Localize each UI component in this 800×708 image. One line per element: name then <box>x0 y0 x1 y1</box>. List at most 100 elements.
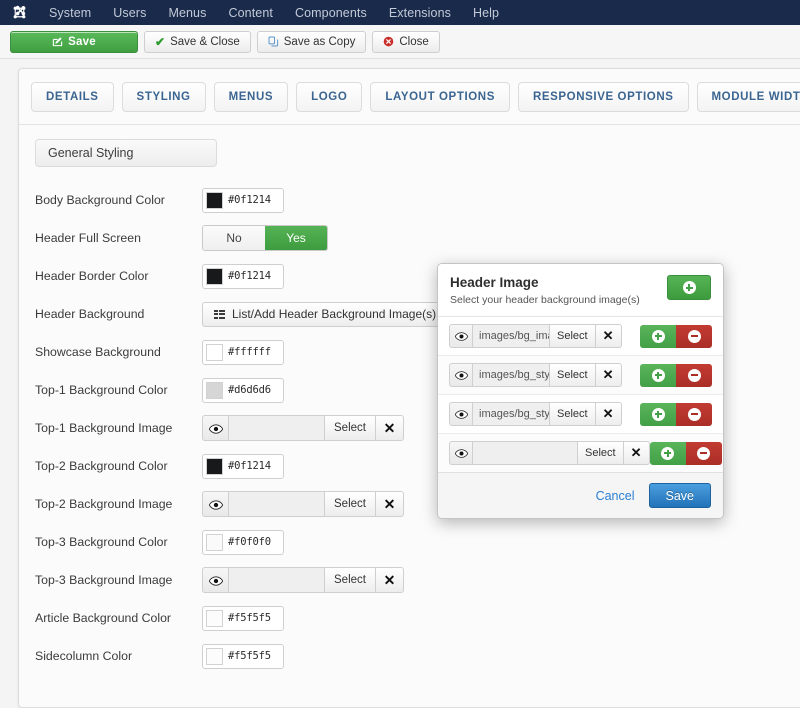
color-swatch[interactable] <box>206 610 223 627</box>
list-add-button-label: List/Add Header Background Image(s) <box>232 307 436 321</box>
eye-icon[interactable] <box>449 402 472 426</box>
save-and-close-button[interactable]: ✔ Save & Close <box>144 31 251 53</box>
select-button[interactable]: Select <box>324 567 376 593</box>
color-input-sidecolumn[interactable]: #f5f5f5 <box>202 644 284 669</box>
color-value: #0f1214 <box>228 460 271 472</box>
add-row-button[interactable] <box>650 442 686 465</box>
toggle-header-full-screen[interactable]: No Yes <box>202 225 328 251</box>
eye-icon[interactable] <box>202 567 228 593</box>
save-button-label: Save <box>68 36 96 48</box>
color-input-top3-background[interactable]: #f0f0f0 <box>202 530 284 555</box>
remove-row-button[interactable] <box>676 364 712 387</box>
save-as-copy-button[interactable]: Save as Copy <box>257 31 367 53</box>
minus-circle-icon <box>688 330 701 343</box>
modal-save-button[interactable]: Save <box>649 483 712 508</box>
color-input-top2-background[interactable]: #0f1214 <box>202 454 284 479</box>
color-input-showcase-background[interactable]: #ffffff <box>202 340 284 365</box>
remove-row-button[interactable] <box>676 403 712 426</box>
tab-responsive-options[interactable]: RESPONSIVE OPTIONS <box>518 82 689 112</box>
eye-icon[interactable] <box>449 441 472 465</box>
field-header-full-screen: Header Full Screen No Yes <box>35 219 800 257</box>
menu-item-menus[interactable]: Menus <box>157 3 217 23</box>
media-field-row-1: images/bg_imag Select ✕ <box>449 324 622 348</box>
close-button[interactable]: Close <box>372 31 439 53</box>
color-swatch[interactable] <box>206 382 223 399</box>
admin-menu: System Users Menus Content Components Ex… <box>38 3 510 23</box>
add-row-button[interactable] <box>640 403 676 426</box>
remove-row-button[interactable] <box>676 325 712 348</box>
field-label: Sidecolumn Color <box>35 649 202 663</box>
color-input-top1-background[interactable]: #d6d6d6 <box>202 378 284 403</box>
media-path-input[interactable] <box>472 441 577 465</box>
color-value: #f5f5f5 <box>228 612 271 624</box>
color-swatch[interactable] <box>206 648 223 665</box>
eye-icon[interactable] <box>202 415 228 441</box>
x-icon[interactable]: ✕ <box>596 324 622 348</box>
toggle-option-yes[interactable]: Yes <box>265 226 327 250</box>
color-swatch[interactable] <box>206 458 223 475</box>
media-path-input[interactable] <box>228 567 324 593</box>
color-swatch[interactable] <box>206 268 223 285</box>
menu-item-extensions[interactable]: Extensions <box>378 3 462 23</box>
field-sidecolumn-color: Sidecolumn Color #f5f5f5 <box>35 637 800 675</box>
x-icon[interactable]: ✕ <box>376 491 404 517</box>
menu-item-system[interactable]: System <box>38 3 102 23</box>
tab-logo[interactable]: LOGO <box>296 82 362 112</box>
copy-icon <box>268 36 279 47</box>
tab-details[interactable]: DETAILS <box>31 82 114 112</box>
add-image-button[interactable] <box>667 275 711 300</box>
select-button[interactable]: Select <box>577 441 624 465</box>
joomla-logo-icon[interactable] <box>8 2 30 24</box>
tab-menus[interactable]: MENUS <box>214 82 289 112</box>
row-actions <box>640 364 712 387</box>
remove-row-button[interactable] <box>686 442 722 465</box>
select-button[interactable]: Select <box>549 363 596 387</box>
cancel-button[interactable]: Cancel <box>596 489 635 503</box>
toggle-option-no[interactable]: No <box>203 226 265 250</box>
select-button[interactable]: Select <box>324 415 376 441</box>
menu-item-users[interactable]: Users <box>102 3 157 23</box>
x-icon[interactable]: ✕ <box>624 441 650 465</box>
select-button[interactable]: Select <box>324 491 376 517</box>
x-icon[interactable]: ✕ <box>376 415 404 441</box>
minus-circle-icon <box>688 408 701 421</box>
eye-icon[interactable] <box>449 363 472 387</box>
save-button[interactable]: Save <box>10 31 138 53</box>
menu-item-content[interactable]: Content <box>217 3 283 23</box>
color-swatch[interactable] <box>206 534 223 551</box>
color-input-body-background[interactable]: #0f1214 <box>202 188 284 213</box>
color-input-article-background[interactable]: #f5f5f5 <box>202 606 284 631</box>
media-path-input[interactable]: images/bg_styl <box>472 363 549 387</box>
header-image-row: images/bg_styl Select ✕ <box>438 395 723 434</box>
add-row-button[interactable] <box>640 364 676 387</box>
media-path-input[interactable]: images/bg_styl <box>472 402 549 426</box>
tab-module-widths[interactable]: MODULE WIDTHS <box>697 82 800 112</box>
color-value: #ffffff <box>228 346 271 358</box>
minus-circle-icon <box>697 447 710 460</box>
tab-styling[interactable]: STYLING <box>122 82 206 112</box>
media-path-input[interactable]: images/bg_imag <box>472 324 549 348</box>
x-icon[interactable]: ✕ <box>596 363 622 387</box>
color-input-header-border[interactable]: #0f1214 <box>202 264 284 289</box>
field-label: Showcase Background <box>35 345 202 359</box>
field-label: Top-2 Background Color <box>35 459 202 473</box>
eye-icon[interactable] <box>449 324 472 348</box>
color-swatch[interactable] <box>206 344 223 361</box>
x-icon[interactable]: ✕ <box>376 567 404 593</box>
media-path-input[interactable] <box>228 491 324 517</box>
menu-item-help[interactable]: Help <box>462 3 510 23</box>
color-swatch[interactable] <box>206 192 223 209</box>
add-row-button[interactable] <box>640 325 676 348</box>
eye-icon[interactable] <box>202 491 228 517</box>
menu-item-components[interactable]: Components <box>284 3 378 23</box>
x-icon[interactable]: ✕ <box>596 402 622 426</box>
plus-circle-icon <box>652 408 665 421</box>
select-button[interactable]: Select <box>549 402 596 426</box>
select-button[interactable]: Select <box>549 324 596 348</box>
media-path-input[interactable] <box>228 415 324 441</box>
modal-footer: Cancel Save <box>438 472 723 518</box>
save-and-close-label: Save & Close <box>170 36 240 48</box>
tab-layout-options[interactable]: LAYOUT OPTIONS <box>370 82 510 112</box>
list-add-header-background-button[interactable]: List/Add Header Background Image(s) <box>202 302 448 327</box>
field-label: Top-1 Background Color <box>35 383 202 397</box>
